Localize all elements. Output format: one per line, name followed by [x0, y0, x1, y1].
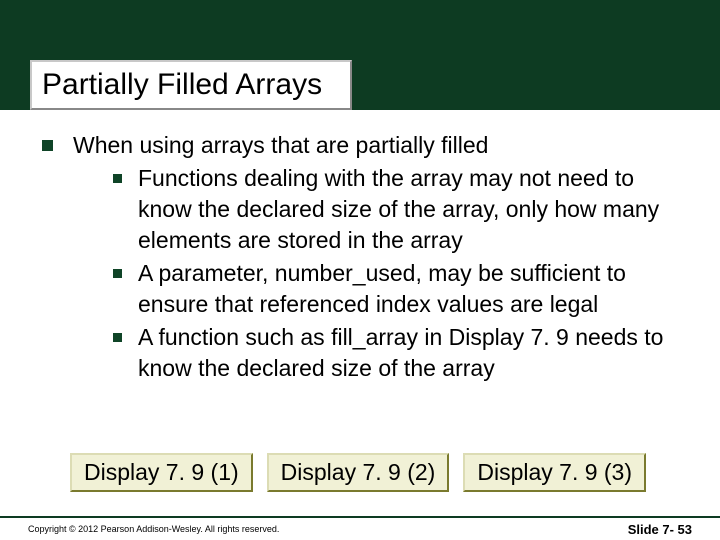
intro-text: When using arrays that are partially fil… [73, 130, 690, 161]
bullet-level2: A parameter, number_used, may be suffici… [113, 258, 690, 320]
point-text: A function such as fill_array in Display… [138, 322, 690, 384]
bullet-level1: When using arrays that are partially fil… [42, 130, 690, 384]
square-bullet-icon [113, 174, 122, 183]
slide-title: Partially Filled Arrays [30, 60, 352, 110]
square-bullet-icon [113, 269, 122, 278]
content-area: When using arrays that are partially fil… [42, 130, 690, 384]
square-bullet-icon [113, 333, 122, 342]
slide-number: Slide 7- 53 [628, 522, 692, 537]
display-button-3[interactable]: Display 7. 9 (3) [463, 453, 646, 492]
display-button-1[interactable]: Display 7. 9 (1) [70, 453, 253, 492]
copyright-text: Copyright © 2012 Pearson Addison-Wesley.… [28, 524, 279, 534]
level1-text-wrap: When using arrays that are partially fil… [73, 130, 690, 384]
display-buttons-row: Display 7. 9 (1) Display 7. 9 (2) Displa… [70, 453, 646, 492]
bullet-level2: Functions dealing with the array may not… [113, 163, 690, 256]
bullet-level2: A function such as fill_array in Display… [113, 322, 690, 384]
point-text: A parameter, number_used, may be suffici… [138, 258, 690, 320]
header-bar: Partially Filled Arrays [0, 0, 720, 110]
footer-bar: Copyright © 2012 Pearson Addison-Wesley.… [0, 516, 720, 540]
point-text: Functions dealing with the array may not… [138, 163, 690, 256]
square-bullet-icon [42, 140, 53, 151]
display-button-2[interactable]: Display 7. 9 (2) [267, 453, 450, 492]
